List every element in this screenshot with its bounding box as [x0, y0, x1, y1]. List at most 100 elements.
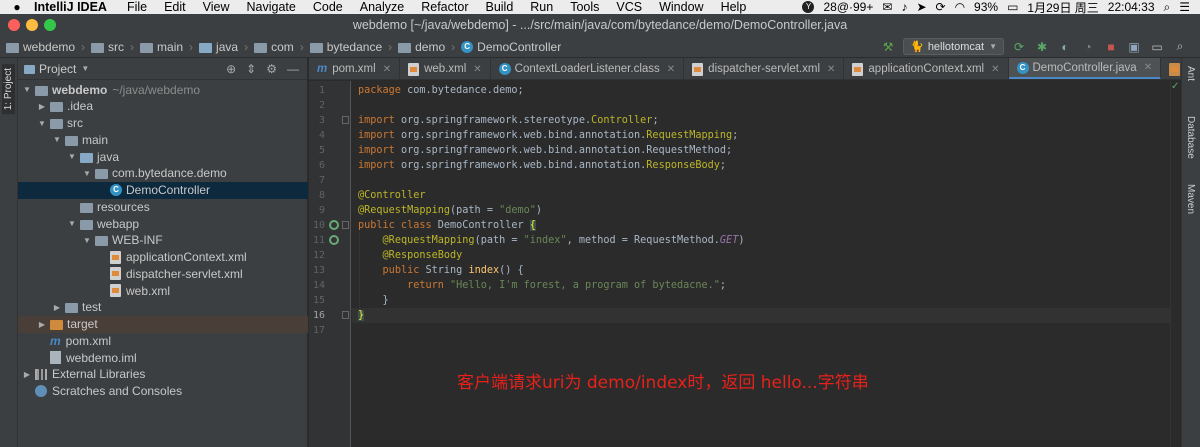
tree-node-scratches-and-consoles[interactable]: Scratches and Consoles — [18, 383, 308, 400]
breadcrumb-bytedance[interactable]: bytedance › — [309, 40, 392, 54]
maven-tool-window-button[interactable]: Maven — [1185, 184, 1196, 214]
code-line[interactable]: public String index() { — [358, 263, 524, 278]
menu-edit[interactable]: Edit — [164, 0, 186, 14]
chevron-down-icon[interactable]: ▼ — [81, 64, 89, 73]
battery-icon[interactable]: ▭ — [1007, 0, 1018, 14]
menu-code[interactable]: Code — [313, 0, 343, 14]
editor-tab-spring-webmvc-4[interactable]: spring-webmvc-4✕ — [1161, 58, 1181, 79]
breadcrumb-com[interactable]: com › — [254, 40, 304, 54]
project-tool-window-button[interactable]: 1: Project — [2, 64, 15, 115]
ant-tool-window-button[interactable]: Ant — [1185, 66, 1196, 81]
menu-app-name[interactable]: IntelliJ IDEA — [34, 0, 107, 14]
editor-tab-applicationcontext-xml[interactable]: applicationContext.xml ✕ — [844, 58, 1009, 79]
tree-node-main[interactable]: ▼ main — [18, 131, 308, 148]
menu-window[interactable]: Window — [659, 0, 703, 14]
rerun-icon[interactable]: ⟳ — [1011, 39, 1027, 55]
music-icon[interactable]: ♪ — [901, 0, 907, 14]
apple-icon[interactable]: ● — [0, 0, 34, 14]
menu-vcs[interactable]: VCS — [616, 0, 642, 14]
tree-node-com-bytedance-demo[interactable]: ▼ com.bytedance.demo — [18, 165, 308, 182]
expanded-arrow-icon[interactable]: ▼ — [82, 236, 92, 245]
menu-help[interactable]: Help — [721, 0, 747, 14]
notification-center-icon[interactable]: ☰ — [1179, 0, 1190, 14]
close-tab-icon[interactable]: ✕ — [667, 64, 675, 75]
close-tab-icon[interactable]: ✕ — [1144, 62, 1152, 73]
wifi-icon[interactable]: ◠ — [955, 0, 965, 14]
tree-node-webdemo[interactable]: ▼ webdemo ~/java/webdemo — [18, 81, 308, 98]
coverage-icon[interactable]: ◐ — [1057, 39, 1073, 55]
tree-node-dispatcher-servlet-xml[interactable]: dispatcher-servlet.xml — [18, 265, 308, 282]
tree-node-test[interactable]: ▶ test — [18, 299, 308, 316]
tree-node-pom-xml[interactable]: m pom.xml — [18, 332, 308, 349]
request-mapping-icon[interactable] — [329, 235, 339, 245]
breadcrumb-democontroller[interactable]: C DemoController — [461, 40, 561, 54]
editor-tab-democontroller-java[interactable]: C DemoController.java ✕ — [1008, 58, 1162, 79]
code-line[interactable]: @Controller — [358, 188, 425, 203]
search-everywhere-icon[interactable]: ⌕ — [1172, 39, 1188, 55]
zoom-window-button[interactable] — [44, 19, 56, 31]
spring-bean-icon[interactable] — [329, 220, 339, 230]
sync-icon[interactable]: ⟳ — [936, 0, 946, 14]
code-line[interactable]: package com.bytedance.demo; — [358, 83, 524, 98]
menu-run[interactable]: Run — [530, 0, 553, 14]
presentation-mode-icon[interactable]: ▭ — [1149, 39, 1165, 55]
code-line[interactable]: @ResponseBody — [358, 248, 463, 263]
tree-node--idea[interactable]: ▶ .idea — [18, 98, 308, 115]
code-line[interactable]: import org.springframework.web.bind.anno… — [358, 128, 738, 143]
code-line[interactable]: @RequestMapping(path = "demo") — [358, 203, 542, 218]
tree-node-webdemo-iml[interactable]: webdemo.iml — [18, 349, 308, 366]
menu-refactor[interactable]: Refactor — [421, 0, 468, 14]
expanded-arrow-icon[interactable]: ▼ — [37, 119, 47, 128]
code-line[interactable]: import org.springframework.stereotype.Co… — [358, 113, 659, 128]
menu-tools[interactable]: Tools — [570, 0, 599, 14]
close-tab-icon[interactable]: ✕ — [473, 64, 481, 75]
close-tab-icon[interactable]: ✕ — [827, 64, 835, 75]
collapsed-arrow-icon[interactable]: ▶ — [52, 303, 62, 312]
editor-tab-contextloaderlistener-class[interactable]: C ContextLoaderListener.class ✕ — [491, 58, 685, 79]
expanded-arrow-icon[interactable]: ▼ — [82, 169, 92, 178]
stop-icon[interactable]: ■ — [1103, 39, 1119, 55]
tree-node-target[interactable]: ▶ target — [18, 315, 308, 333]
menu-view[interactable]: View — [203, 0, 230, 14]
profile-icon[interactable]: ◔ — [1080, 39, 1096, 55]
collapsed-arrow-icon[interactable]: ▶ — [37, 320, 47, 329]
settings-gear-icon[interactable]: ⚙ — [266, 62, 277, 76]
code-line[interactable]: import org.springframework.web.bind.anno… — [358, 158, 726, 173]
tree-node-applicationcontext-xml[interactable]: applicationContext.xml — [18, 249, 308, 266]
battery-percent[interactable]: 93% — [974, 0, 998, 14]
tree-node-webapp[interactable]: ▼ webapp — [18, 215, 308, 232]
editor-scrollbar[interactable]: ✓ — [1170, 81, 1181, 447]
code-line[interactable]: public class DemoController { — [358, 218, 536, 233]
status-app-icon[interactable]: Y — [802, 1, 815, 13]
breadcrumb-src[interactable]: src › — [91, 40, 134, 54]
locate-file-icon[interactable]: ⊕ — [226, 62, 236, 76]
breadcrumb-webdemo[interactable]: webdemo › — [6, 40, 85, 54]
breadcrumb-demo[interactable]: demo › — [398, 40, 455, 54]
close-window-button[interactable] — [8, 19, 20, 31]
close-tab-icon[interactable]: ✕ — [991, 64, 999, 75]
expanded-arrow-icon[interactable]: ▼ — [67, 219, 77, 228]
code-line[interactable]: import org.springframework.web.bind.anno… — [358, 143, 732, 158]
run-configuration-selector[interactable]: 🐈 hellotomcat ▼ — [903, 38, 1004, 55]
expanded-arrow-icon[interactable]: ▼ — [22, 85, 32, 94]
breadcrumb-main[interactable]: main › — [140, 40, 193, 54]
database-tool-window-button[interactable]: Database — [1185, 116, 1196, 159]
tree-node-democontroller[interactable]: C DemoController — [18, 181, 308, 199]
menu-navigate[interactable]: Navigate — [247, 0, 296, 14]
menu-build[interactable]: Build — [485, 0, 513, 14]
code-line[interactable]: return "Hello, I'm forest, a program of … — [358, 278, 726, 293]
fold-marker-icon[interactable] — [342, 116, 349, 124]
tree-node-external-libraries[interactable]: ▶ External Libraries — [18, 366, 308, 383]
menu-file[interactable]: File — [127, 0, 147, 14]
project-view-selector[interactable]: Project — [39, 62, 76, 76]
spotlight-search-icon[interactable]: ⌕ — [1164, 0, 1171, 14]
hide-panel-icon[interactable]: — — [287, 62, 299, 76]
send-icon[interactable]: ➤ — [916, 0, 926, 14]
expanded-arrow-icon[interactable]: ▼ — [52, 135, 62, 144]
debug-bug-icon[interactable]: ✱ — [1034, 39, 1050, 55]
tree-node-web-inf[interactable]: ▼ WEB-INF — [18, 232, 308, 249]
breadcrumb-java[interactable]: java › — [199, 40, 248, 54]
code-line[interactable]: } — [358, 308, 365, 323]
menu-time[interactable]: 22:04:33 — [1108, 0, 1155, 14]
close-tab-icon[interactable]: ✕ — [383, 64, 391, 75]
